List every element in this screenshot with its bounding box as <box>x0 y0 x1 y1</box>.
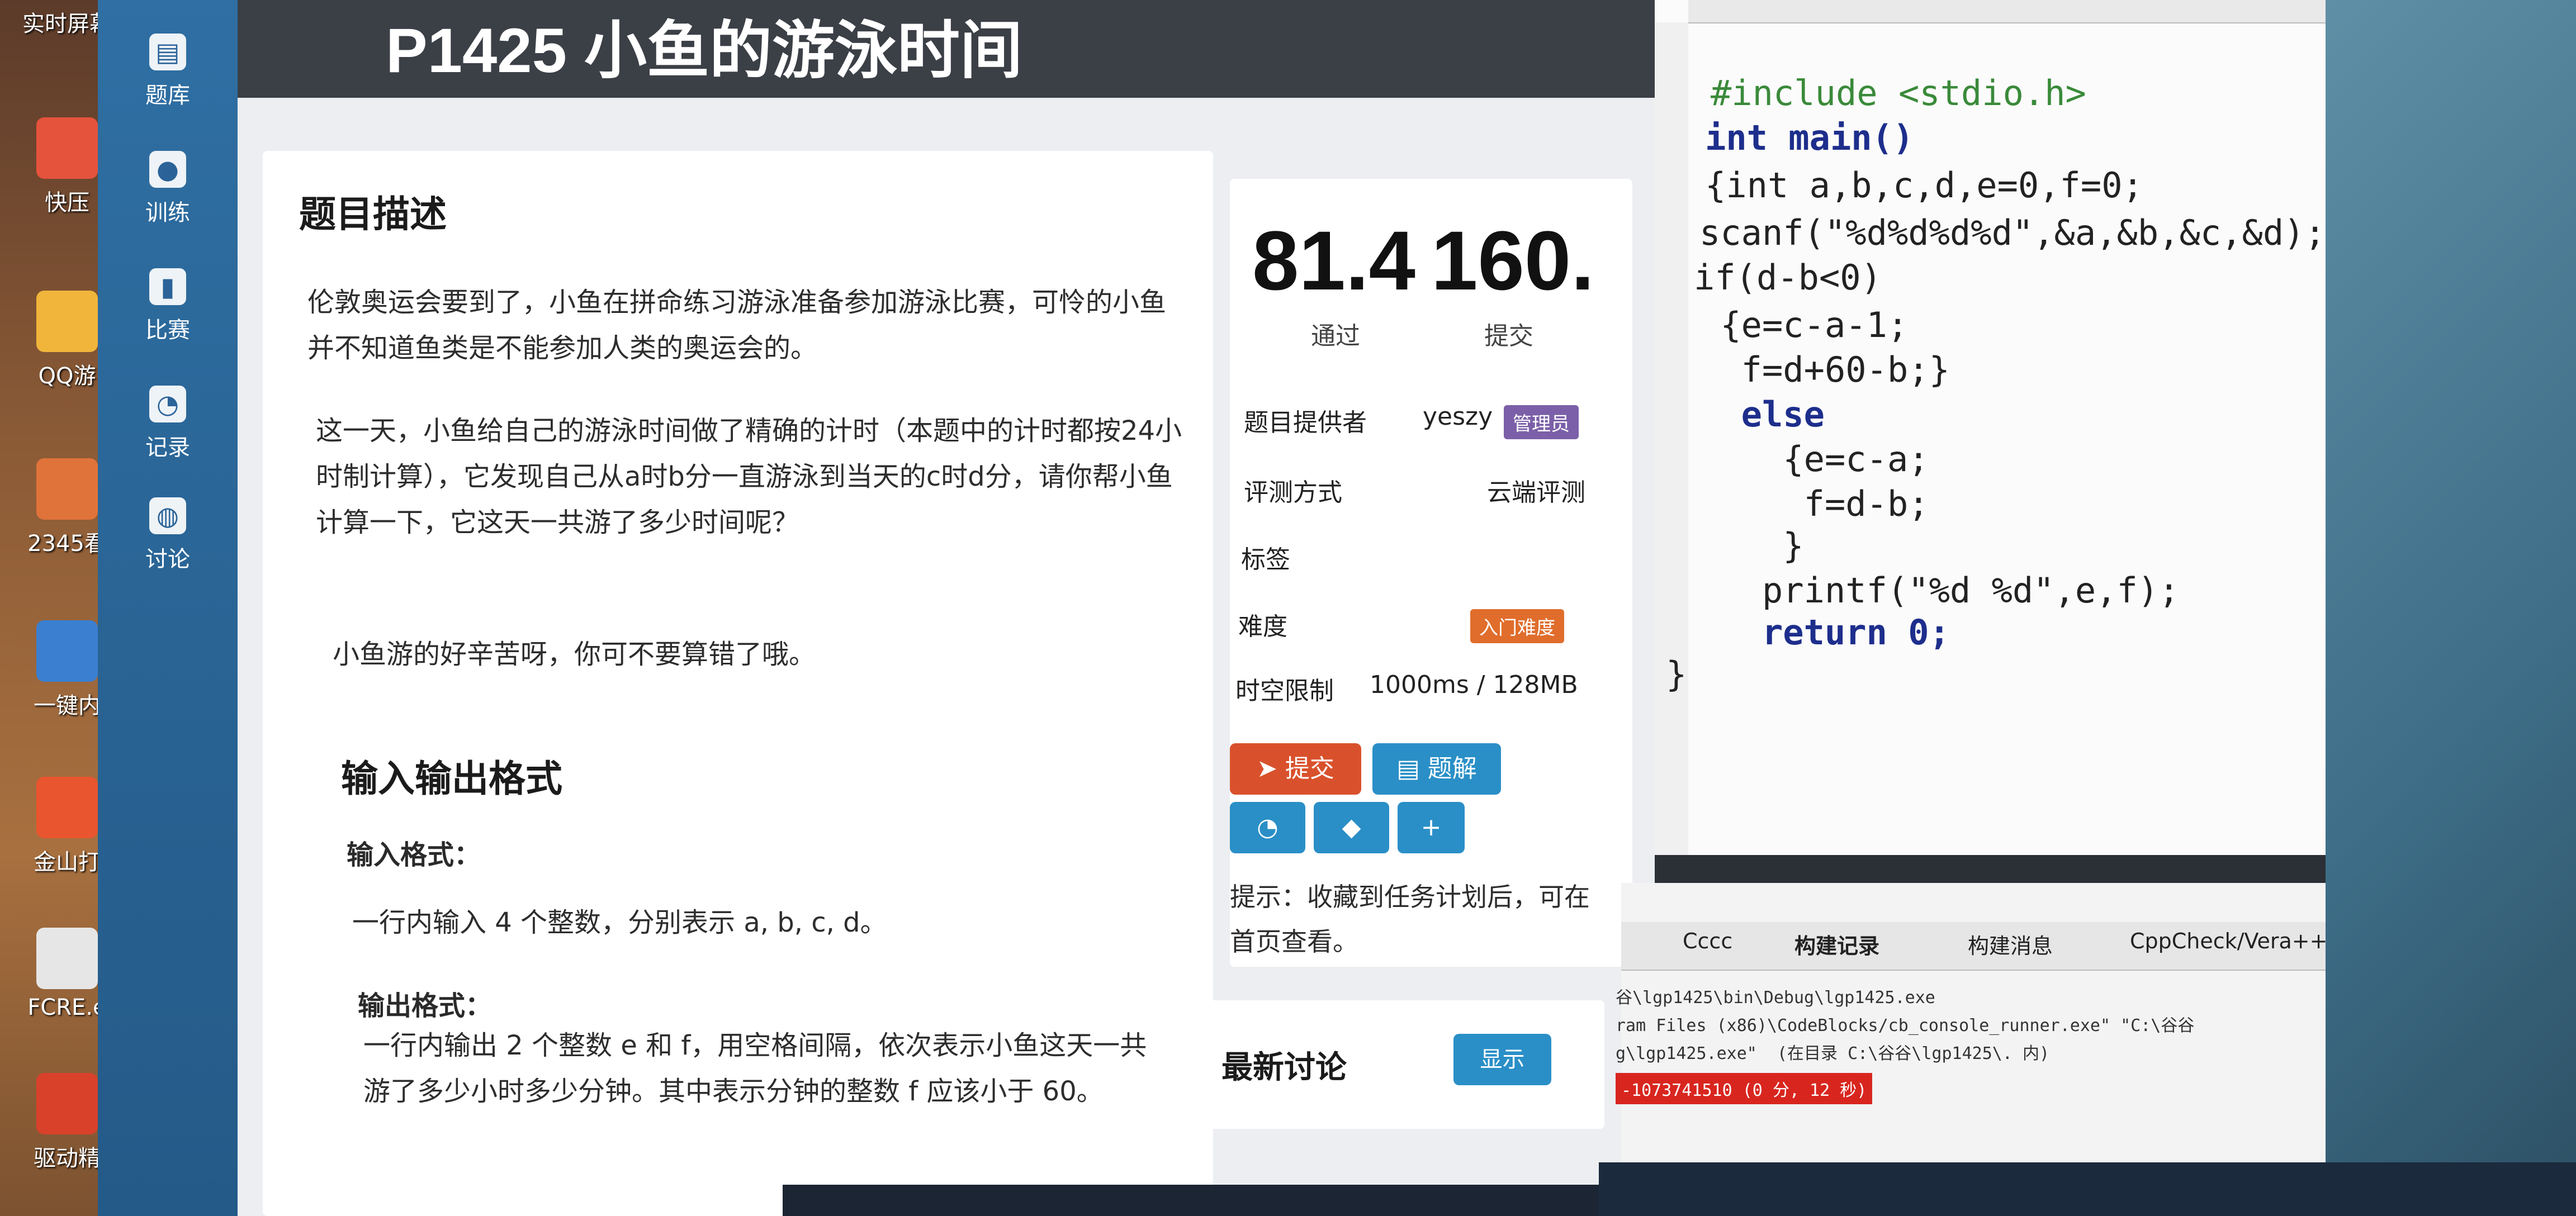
code-line-14: } <box>1666 654 1687 695</box>
file-icon <box>36 928 98 989</box>
add-button[interactable]: + <box>1398 802 1465 853</box>
2345-icon <box>36 458 98 520</box>
site-sidebar: ▤ 题库 ● 训练 ▮ 比赛 ◔ 记录 ◍ 讨论 <box>98 0 238 1216</box>
latest-discussion-heading: 最新讨论 <box>1221 1049 1347 1086</box>
pass-count: 81.4 <box>1252 213 1415 307</box>
difficulty-badge[interactable]: 入门难度 <box>1470 609 1564 643</box>
nav-label: 讨论 <box>145 547 190 572</box>
qq-game-icon <box>36 291 98 352</box>
nav-label: 记录 <box>145 435 190 460</box>
nav-item-contest[interactable]: ▮ 比赛 <box>98 268 238 344</box>
submit-button[interactable]: ➤ 提交 <box>1230 743 1361 795</box>
nav-item-training[interactable]: ● 训练 <box>98 151 238 227</box>
output-format-heading: 输出格式： <box>358 990 493 1022</box>
stats-button[interactable]: ◔ <box>1230 802 1305 853</box>
code-line-4: scanf("%d%d%d%d",&a,&b,&c,&d); <box>1699 212 2326 253</box>
tab-cppcheck[interactable]: CppCheck/Vera++ <box>2130 929 2328 953</box>
log-line-3: g\lgp1425.exe" (在目录 C:\谷谷\lgp1425\. 内) <box>1616 1044 2050 1063</box>
code-line-1: #include <stdio.h> <box>1711 73 2086 113</box>
code-line-3: {int a,b,c,d,e=0,f=0; <box>1705 165 2143 206</box>
limit-value: 1000ms / 128MB <box>1370 671 1578 699</box>
paper-plane-icon: ➤ <box>1257 754 1285 783</box>
input-format-heading: 输入格式： <box>347 839 481 871</box>
stats-card: 81.4 160. 通过 提交 题目提供者 yeszy 管理员 评测方式 云端评… <box>1230 179 1632 967</box>
driver-icon <box>36 1073 98 1134</box>
log-line-2: ram Files (x86)\CodeBlocks/cb_console_ru… <box>1616 1016 2195 1036</box>
judge-value: 云端评测 <box>1487 478 1585 507</box>
code-line-9: {e=c-a; <box>1699 439 1929 479</box>
nav-item-problems[interactable]: ▤ 题库 <box>98 34 238 110</box>
description-heading: 题目描述 <box>299 193 447 236</box>
code-line-13: return 0; <box>1699 612 1950 653</box>
desktop-icon-label: 快压 <box>45 190 89 216</box>
nav-label: 题库 <box>145 83 190 108</box>
code-line-2: int main() <box>1705 117 1914 158</box>
problem-title: P1425 小鱼的游泳时间 <box>386 16 1022 86</box>
taskbar-apps <box>783 1185 1599 1216</box>
log-line-1: 谷\lgp1425\bin\Debug\lgp1425.exe <box>1616 988 1935 1008</box>
difficulty-label: 难度 <box>1238 612 1287 641</box>
tags-button[interactable]: ◆ <box>1314 802 1389 853</box>
tag-icon: ◆ <box>1342 813 1361 842</box>
code-line-10: f=d-b; <box>1699 483 1929 524</box>
desktop-icon-label: 一键内 <box>34 693 101 719</box>
desktop-icon-label: FCRE.e <box>27 995 107 1020</box>
description-paragraph-2: 这一天，小鱼给自己的游泳时间做了精确的计时（本题中的计时都按24小时制计算），它… <box>316 415 1182 538</box>
desktop-icon-label: QQ游 <box>38 363 96 389</box>
log-line-4-error: -1073741510 (0 分, 12 秒) <box>1616 1073 1873 1104</box>
problem-card: 题目描述 伦敦奥运会要到了，小鱼在拼命练习游泳准备参加游泳比赛，可怜的小鱼并不知… <box>263 151 1213 1216</box>
kuaiya-icon <box>36 117 98 179</box>
desktop-icon-label: 驱动精 <box>34 1146 101 1171</box>
tab-cccc[interactable]: Cccc <box>1683 929 1732 953</box>
solution-button-label: 题解 <box>1427 754 1477 783</box>
tags-label: 标签 <box>1241 545 1290 574</box>
code-line-6: {e=c-a-1; <box>1699 305 1909 345</box>
plus-icon: + <box>1420 813 1442 842</box>
solution-button[interactable]: ▤ 题解 <box>1372 743 1501 795</box>
tab-build-messages[interactable]: 构建消息 <box>1968 929 2053 960</box>
limit-label: 时空限制 <box>1235 677 1334 705</box>
provider-label: 题目提供者 <box>1244 408 1367 437</box>
windows-taskbar <box>1599 1162 2576 1216</box>
bar-chart-icon: ▮ <box>149 268 186 305</box>
jinshan-icon <box>36 777 98 838</box>
judge-label: 评测方式 <box>1244 478 1342 507</box>
book-icon: ▤ <box>1396 754 1428 783</box>
submit-label: 提交 <box>1484 322 1533 350</box>
submit-button-label: 提交 <box>1285 754 1334 783</box>
pie-chart-icon: ◔ <box>1257 813 1278 842</box>
input-format-text: 一行内输入 4 个整数，分别表示 a, b, c, d。 <box>352 907 887 938</box>
editor-gutter <box>1655 22 1688 855</box>
tab-build-log[interactable]: 构建记录 <box>1794 929 1879 960</box>
description-paragraph-3: 小鱼游的好辛苦呀，你可不要算错了哦。 <box>333 639 816 670</box>
log-tabs: Cccc 构建记录 构建消息 CppCheck/Vera++ <box>1621 922 2328 971</box>
favorite-hint: 提示：收藏到任务计划后，可在首页查看。 <box>1230 882 1590 957</box>
code-line-8: else <box>1699 394 1825 435</box>
admin-badge: 管理员 <box>1504 405 1579 439</box>
description-paragraph-1: 伦敦奥运会要到了，小鱼在拼命练习游泳准备参加游泳比赛，可怜的小鱼并不知道鱼类是不… <box>307 287 1167 364</box>
bulb-icon: ● <box>149 151 186 188</box>
pie-chart-icon: ◔ <box>149 386 186 422</box>
latest-discussion-card: 最新讨论 显示 <box>1208 1000 1604 1129</box>
desktop-icon-label: 2345看 <box>27 531 107 557</box>
onekey-icon <box>36 620 98 682</box>
code-line-11: } <box>1699 525 1804 566</box>
code-line-12: printf("%d %d",e,f); <box>1699 570 2180 611</box>
io-format-heading: 输入输出格式 <box>341 757 562 800</box>
nav-item-records[interactable]: ◔ 记录 <box>98 386 238 462</box>
chat-icon: ◍ <box>149 497 186 534</box>
book-icon: ▤ <box>149 34 186 70</box>
code-line-5: if(d-b<0) <box>1694 257 1882 298</box>
provider-value[interactable]: yeszy <box>1423 402 1493 431</box>
nav-label: 比赛 <box>145 317 190 343</box>
desktop-icon-label: 金山打 <box>34 849 101 875</box>
nav-label: 训练 <box>145 200 190 226</box>
background-wall <box>2326 0 2576 1216</box>
submit-count: 160. <box>1431 213 1594 307</box>
code-line-7: f=d+60-b;} <box>1699 349 1950 390</box>
pass-label: 通过 <box>1311 322 1360 350</box>
nav-item-discuss[interactable]: ◍ 讨论 <box>98 497 238 573</box>
show-discussion-button[interactable]: 显示 <box>1453 1034 1551 1085</box>
output-format-text: 一行内输出 2 个整数 e 和 f，用空格间隔，依次表示小鱼这天一共游了多少小时… <box>363 1030 1147 1107</box>
